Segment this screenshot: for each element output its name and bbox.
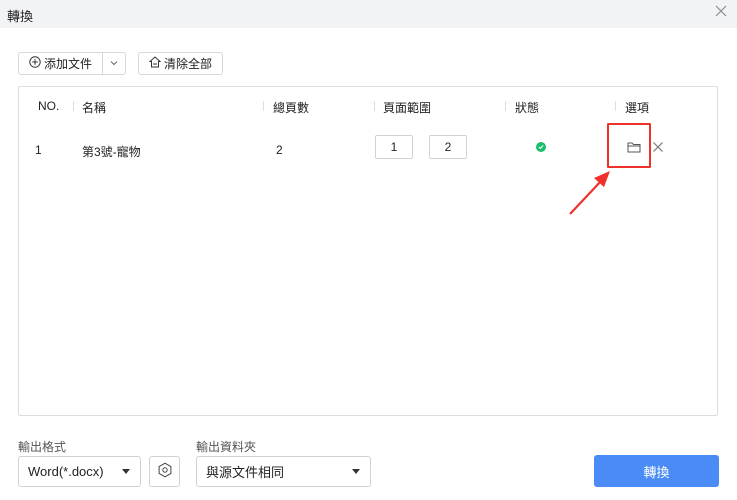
status-success-icon	[536, 142, 546, 152]
header-options: 選項	[625, 101, 650, 115]
row-total-pages: 2	[276, 143, 283, 157]
add-file-button[interactable]: 添加文件	[19, 53, 103, 74]
add-file-dropdown[interactable]	[103, 53, 125, 74]
clear-all-button[interactable]: 清除全部	[138, 52, 223, 75]
folder-icon[interactable]	[627, 141, 641, 156]
output-format-select[interactable]: Word(*.docx)	[18, 456, 141, 487]
output-folder-value: 與源文件相同	[206, 465, 285, 480]
add-file-label: 添加文件	[43, 57, 92, 71]
add-circle-icon	[29, 56, 41, 71]
clear-icon	[148, 56, 162, 71]
annotation-arrow-icon	[566, 168, 616, 221]
add-file-split-button: 添加文件	[18, 52, 126, 75]
remove-icon[interactable]	[652, 141, 664, 156]
settings-hex-icon	[157, 462, 173, 481]
header-total-pages: 總頁數	[273, 101, 310, 115]
header-separator	[615, 101, 616, 111]
chevron-down-icon	[122, 469, 130, 474]
chevron-down-icon	[110, 60, 118, 68]
header-separator	[374, 101, 375, 111]
row-no: 1	[35, 143, 42, 157]
title-bar: 轉換	[0, 0, 737, 28]
chevron-down-icon	[352, 469, 360, 474]
page-range-from-input[interactable]: 1	[375, 135, 413, 159]
header-no: NO.	[38, 99, 60, 113]
output-folder-label: 輸出資料夾	[196, 440, 257, 454]
convert-button[interactable]: 轉換	[594, 455, 719, 487]
header-separator	[263, 101, 264, 111]
output-folder-select[interactable]: 與源文件相同	[196, 456, 371, 487]
header-status: 狀態	[515, 101, 540, 115]
clear-all-label: 清除全部	[163, 57, 212, 71]
output-format-value: Word(*.docx)	[28, 464, 104, 479]
output-format-label: 輸出格式	[18, 440, 67, 454]
row-file-name: 第3號-寵物	[82, 145, 141, 159]
header-page-range: 頁面範圍	[383, 101, 432, 115]
window-title: 轉換	[7, 9, 34, 24]
header-name: 名稱	[82, 101, 107, 115]
format-settings-button[interactable]	[149, 456, 180, 487]
page-range-to-input[interactable]: 2	[429, 135, 467, 159]
header-separator	[73, 101, 74, 111]
file-table: NO. 名稱 總頁數 頁面範圍 狀態 選項 1 第3號-寵物 2 1 2	[18, 86, 718, 416]
header-separator	[505, 101, 506, 111]
close-icon[interactable]	[714, 4, 728, 18]
